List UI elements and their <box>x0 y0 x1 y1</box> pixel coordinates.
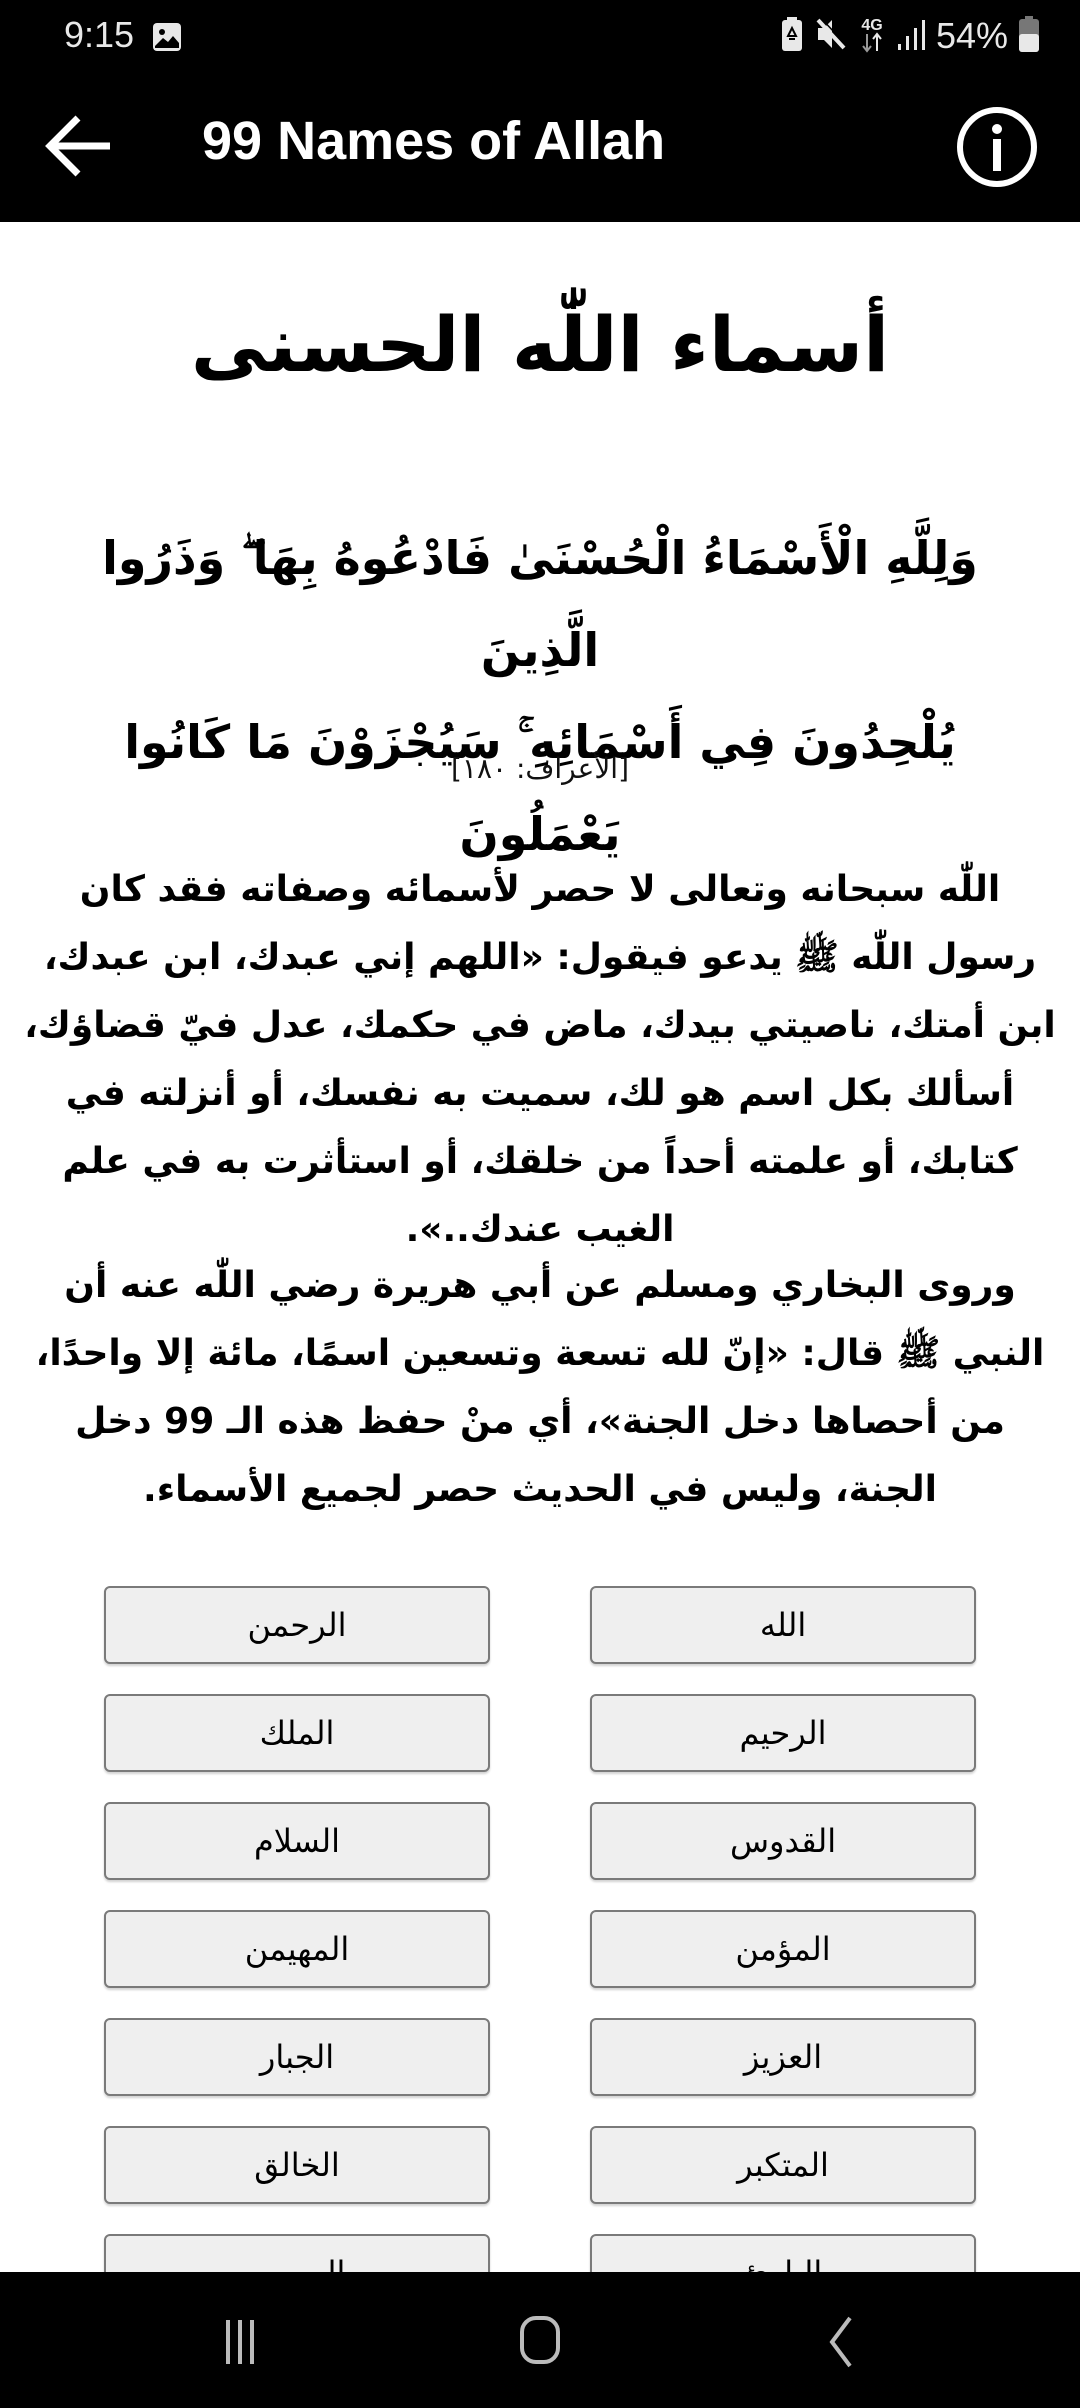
signal-icon <box>896 16 926 57</box>
recents-icon <box>200 2320 280 2376</box>
name-button-al-muhaymin[interactable]: المهيمن <box>104 1910 490 1988</box>
name-button-al-musawwir[interactable]: المصور <box>104 2234 490 2272</box>
nav-back-button[interactable] <box>800 2312 880 2372</box>
info-icon <box>954 107 1040 194</box>
info-button[interactable] <box>954 104 1040 190</box>
name-button-al-mutakabbir[interactable]: المتكبر <box>590 2126 976 2204</box>
back-icon <box>800 2316 880 2376</box>
4g-icon: 4G <box>858 14 886 59</box>
home-button[interactable] <box>500 2312 580 2372</box>
system-nav-bar <box>0 2272 1080 2408</box>
name-button-al-quddus[interactable]: القدوس <box>590 1802 976 1880</box>
intro-paragraph-2: وروى البخاري ومسلم عن أبي هريرة رضي اللّ… <box>35 1265 1045 1510</box>
name-button-al-malik[interactable]: الملك <box>104 1694 490 1772</box>
quran-verse: وَلِلَّهِ الْأَسْمَاءُ الْحُسْنَىٰ فَادْ… <box>40 512 1040 880</box>
names-grid: الله الرحمن الرحيم الملك القدوس السلام ا… <box>104 1586 976 2272</box>
svg-text:4G: 4G <box>861 17 882 34</box>
name-button-al-aziz[interactable]: العزيز <box>590 2018 976 2096</box>
status-bar: 9:15 4G 54% <box>0 0 1080 72</box>
home-icon <box>500 2316 580 2376</box>
app-bar: 99 Names of Allah <box>0 72 1080 222</box>
status-time: 9:15 <box>64 14 135 55</box>
verse-line-1: وَلِلَّهِ الْأَسْمَاءُ الْحُسْنَىٰ فَادْ… <box>102 531 978 677</box>
name-button-al-bari[interactable]: البارئ <box>590 2234 976 2272</box>
app-title: 99 Names of Allah <box>202 111 666 171</box>
name-button-ar-rahim[interactable]: الرحيم <box>590 1694 976 1772</box>
verse-reference: [الأعراف: ١٨٠] <box>450 752 630 785</box>
name-button-as-salam[interactable]: السلام <box>104 1802 490 1880</box>
gallery-icon <box>152 22 182 52</box>
verse-line-2: يُلْحِدُونَ فِي أَسْمَائِهِ ۚ سَيُجْزَوْ… <box>124 715 956 861</box>
name-button-allah[interactable]: الله <box>590 1586 976 1664</box>
arrow-left-icon <box>40 115 120 186</box>
battery-saver-icon <box>780 16 804 57</box>
intro-paragraph-1: اللّٰه سبحانه وتعالى لا حصر لأسمائه وصفا… <box>24 869 1056 1250</box>
name-button-ar-rahman[interactable]: الرحمن <box>104 1586 490 1664</box>
mute-icon <box>814 16 848 57</box>
name-button-al-jabbar[interactable]: الجبار <box>104 2018 490 2096</box>
recents-button[interactable] <box>200 2312 280 2372</box>
name-button-al-mumin[interactable]: المؤمن <box>590 1910 976 1988</box>
page-heading: أسماء اللّٰه الحسنى <box>190 300 890 389</box>
status-icons: 4G 54% <box>780 14 1040 58</box>
back-button[interactable] <box>40 110 120 182</box>
battery-percent: 54% <box>935 15 1008 56</box>
battery-icon <box>1018 15 1040 58</box>
name-button-al-khaliq[interactable]: الخالق <box>104 2126 490 2204</box>
main-content[interactable]: أسماء اللّٰه الحسنى وَلِلَّهِ الْأَسْمَا… <box>0 222 1080 2272</box>
